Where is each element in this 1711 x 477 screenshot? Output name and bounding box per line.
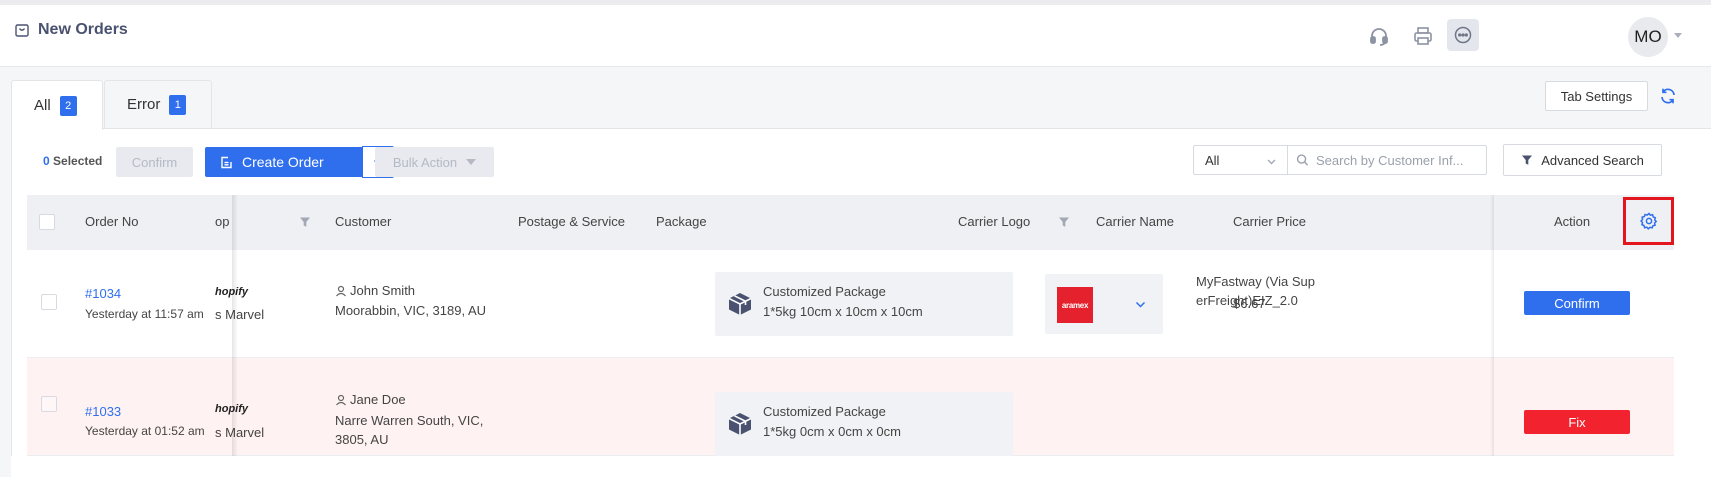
customer-address-line2: 3805, AU: [335, 432, 389, 447]
customer-name: Jane Doe: [350, 392, 406, 407]
package-dimensions: 1*5kg 0cm x 0cm x 0cm: [763, 424, 901, 439]
panel-bottom: [11, 456, 1711, 477]
filter-icon: [1522, 155, 1533, 165]
chevron-down-icon: [1267, 159, 1276, 165]
shop-name: s Marvel: [215, 425, 265, 440]
filter-value: All: [1205, 152, 1220, 168]
print-icon[interactable]: [1410, 23, 1436, 49]
create-order-icon: [221, 156, 232, 168]
filter-icon[interactable]: [299, 216, 311, 228]
search-input[interactable]: [1316, 152, 1486, 168]
customer-address-line1: Narre Warren South, VIC,: [335, 413, 484, 428]
create-order-button[interactable]: Create Order: [205, 147, 363, 177]
select-all-checkbox[interactable]: [39, 214, 55, 230]
carrier-price: $6.67: [1233, 296, 1266, 311]
customer-name: John Smith: [350, 283, 416, 298]
column-settings-button[interactable]: [1623, 197, 1674, 245]
column-customer[interactable]: Customer: [335, 214, 391, 229]
row-checkbox[interactable]: [41, 396, 57, 412]
aramex-logo: aramex: [1057, 287, 1093, 323]
column-postage-service[interactable]: Postage & Service: [518, 214, 625, 229]
row-checkbox[interactable]: [41, 294, 57, 310]
column-action: Action: [1554, 214, 1591, 229]
bulk-action-button[interactable]: Bulk Action: [375, 147, 494, 177]
column-package[interactable]: Package: [656, 214, 707, 229]
tab-count-badge: 2: [59, 95, 77, 116]
package-name: Customized Package: [763, 284, 886, 299]
tab-error[interactable]: Error 1: [104, 80, 212, 128]
column-order-no[interactable]: Order No: [85, 214, 138, 229]
user-icon: [336, 285, 346, 297]
selected-number: 0: [43, 154, 50, 168]
order-time: Yesterday at 01:52 am: [85, 424, 205, 438]
fix-order-button[interactable]: Fix: [1524, 410, 1630, 434]
confirm-button[interactable]: Confirm: [116, 147, 193, 177]
headset-icon[interactable]: [1366, 23, 1392, 49]
search-icon: [1296, 154, 1309, 166]
order-number-link[interactable]: #1033: [85, 404, 121, 419]
package-card: Customized Package 1*5kg 10cm x 10cm x 1…: [715, 272, 1013, 336]
confirm-order-button[interactable]: Confirm: [1524, 291, 1630, 315]
sticky-column-shadow: [232, 195, 238, 456]
bulk-action-label: Bulk Action: [392, 154, 458, 170]
selected-count: 0 Selected: [43, 154, 102, 168]
tab-all[interactable]: All 2: [11, 80, 103, 130]
caret-down-icon: [466, 159, 477, 165]
filter-icon[interactable]: [1058, 216, 1070, 228]
shop-name: s Marvel: [215, 307, 265, 322]
refresh-icon[interactable]: [1658, 86, 1678, 106]
package-icon: [728, 413, 752, 435]
chevron-down-icon: [1135, 301, 1146, 308]
tab-count-badge: 1: [169, 94, 187, 115]
carrier-select[interactable]: aramex: [1045, 274, 1163, 334]
column-carrier-name[interactable]: Carrier Name: [1096, 214, 1174, 229]
tab-label: All: [34, 97, 51, 114]
gear-icon: [1639, 212, 1657, 230]
column-shop[interactable]: op: [215, 214, 229, 229]
order-time: Yesterday at 11:57 am: [85, 307, 204, 321]
tab-settings-button[interactable]: Tab Settings: [1545, 81, 1648, 111]
package-card: Customized Package 1*5kg 0cm x 0cm x 0cm: [715, 392, 1013, 456]
selected-label: Selected: [53, 154, 103, 168]
order-number-link[interactable]: #1034: [85, 286, 121, 301]
chevron-down-icon[interactable]: [1674, 33, 1682, 38]
tab-label: Error: [127, 96, 161, 113]
table-row: #1034 Yesterday at 11:57 am hopify s Mar…: [27, 250, 1674, 358]
advanced-search-button[interactable]: Advanced Search: [1503, 144, 1662, 176]
package-icon: [728, 293, 752, 315]
table-row: #1033 Yesterday at 01:52 am hopify s Mar…: [27, 358, 1674, 456]
chat-icon[interactable]: [1447, 19, 1479, 51]
advanced-search-label: Advanced Search: [1541, 152, 1644, 168]
user-icon: [336, 394, 346, 406]
customer-address: Moorabbin, VIC, 3189, AU: [335, 303, 487, 318]
column-carrier-logo[interactable]: Carrier Logo: [958, 214, 1030, 229]
table-header: Order No op Customer Postage & Service P…: [27, 195, 1674, 250]
create-order-label: Create Order: [242, 154, 324, 170]
package-name: Customized Package: [763, 404, 886, 419]
package-dimensions: 1*5kg 10cm x 10cm x 10cm: [763, 304, 923, 319]
sticky-column-shadow: [1490, 195, 1494, 456]
search-box[interactable]: [1287, 145, 1487, 175]
user-avatar[interactable]: MO: [1628, 17, 1668, 57]
page-brand: New Orders: [14, 21, 128, 39]
app-header: New Orders MO: [0, 5, 1711, 67]
page-title: New Orders: [38, 21, 128, 38]
column-carrier-price[interactable]: Carrier Price: [1233, 214, 1306, 229]
search-filter-select[interactable]: All: [1193, 145, 1288, 175]
shopping-bag-icon: [15, 24, 29, 37]
